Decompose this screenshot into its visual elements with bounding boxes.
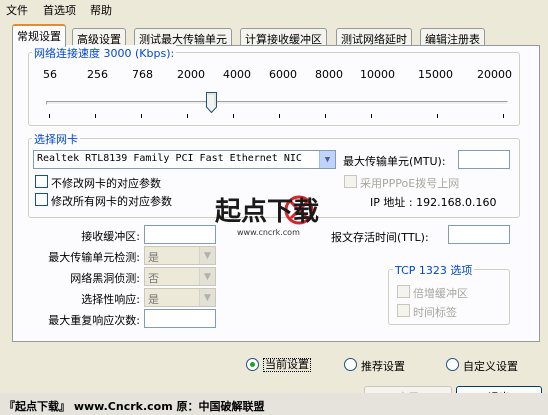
tick-label: 8000 <box>315 68 343 81</box>
no-modify-label: 不修改网卡的对应参数 <box>51 177 161 190</box>
mode-custom-radio[interactable] <box>446 358 459 371</box>
menu-file[interactable]: 文件 <box>2 1 32 19</box>
mtu-input[interactable] <box>458 150 510 169</box>
mtu-detect-value: 是 <box>148 251 159 264</box>
retrans-input[interactable] <box>144 309 216 328</box>
blackhole-select[interactable]: 否 ▼ <box>144 267 216 286</box>
blackhole-value: 否 <box>148 272 159 285</box>
speed-slider-thumb[interactable] <box>206 92 217 113</box>
chevron-down-icon[interactable]: ▼ <box>319 151 335 168</box>
logo-url: www.cncrk.com <box>237 228 300 237</box>
tab-strip: 常规设置 高级设置 测试最大传输单元 计算接收缓冲区 测试网络延时 编辑注册表 <box>12 24 542 47</box>
timestamp-label: 时间标签 <box>413 306 457 319</box>
no-modify-checkbox[interactable] <box>35 175 48 188</box>
mode-custom-label: 自定义设置 <box>463 360 518 373</box>
tick-label: 10000 <box>360 68 395 81</box>
tick-label: 256 <box>87 68 108 81</box>
tab-advanced[interactable]: 高级设置 <box>72 28 126 46</box>
tcp1323-title: TCP 1323 选项 <box>393 262 475 278</box>
chevron-down-icon[interactable]: ▼ <box>199 289 215 306</box>
chevron-down-icon[interactable]: ▼ <box>199 268 215 285</box>
slider-tick <box>325 114 326 118</box>
slider-tick <box>187 114 188 118</box>
site-banner: 『起点下载』 www.Cncrk.com 原：中国破解联盟 <box>0 393 548 415</box>
modify-all-checkbox[interactable] <box>35 193 48 206</box>
tick-label: 20000 <box>477 68 512 81</box>
window-scale-label: 倍增缓冲区 <box>413 287 468 300</box>
chevron-down-icon[interactable]: ▼ <box>199 247 215 264</box>
mtu-label: 最大传输单元(MTU): <box>343 155 446 168</box>
tab-general[interactable]: 常规设置 <box>12 24 66 47</box>
menu-preferences[interactable]: 首选项 <box>39 1 80 19</box>
tick-label: 2000 <box>177 68 205 81</box>
mtu-detect-select[interactable]: 是 ▼ <box>144 246 216 265</box>
timestamp-checkbox[interactable] <box>397 304 410 317</box>
slider-tick <box>279 114 280 118</box>
speed-group <box>28 52 520 126</box>
mtu-detect-label: 最大传输单元检测: <box>48 251 140 264</box>
slider-tick <box>233 114 234 118</box>
menu-help[interactable]: 帮助 <box>86 1 116 19</box>
mode-current-label: 当前设置 <box>263 358 311 372</box>
ttl-input[interactable] <box>448 225 510 244</box>
tick-label: 15000 <box>418 68 453 81</box>
nic-title: 选择网卡 <box>32 131 80 147</box>
slider-tick <box>371 114 372 118</box>
slider-tick <box>95 114 96 118</box>
retrans-label: 最大重复响应次数: <box>48 314 140 327</box>
mode-current-radio[interactable] <box>246 358 259 371</box>
mode-recommended-label: 推荐设置 <box>361 360 405 373</box>
ttl-label: 报文存活时间(TTL): <box>331 231 429 244</box>
window-scale-checkbox[interactable] <box>397 285 410 298</box>
tick-label: 56 <box>43 68 57 81</box>
blackhole-label: 网络黑洞侦测: <box>70 272 140 285</box>
tab-registry[interactable]: 编辑注册表 <box>420 28 485 46</box>
nic-select[interactable]: Realtek RTL8139 Family PCI Fast Ethernet… <box>33 150 336 169</box>
sack-label: 选择性响应: <box>81 293 140 306</box>
tab-calc-rwin[interactable]: 计算接收缓冲区 <box>240 28 327 46</box>
sack-value: 是 <box>148 293 159 306</box>
tick-label: 6000 <box>269 68 297 81</box>
sack-select[interactable]: 是 ▼ <box>144 288 216 307</box>
tick-label: 768 <box>132 68 153 81</box>
nic-select-value: Realtek RTL8139 Family PCI Fast Ethernet… <box>37 153 302 164</box>
speed-slider-track[interactable] <box>46 101 508 105</box>
slider-tick <box>141 114 142 118</box>
slider-tick <box>503 114 504 118</box>
logo-brand: 起点下载 <box>215 196 319 227</box>
rwin-label: 接收缓冲区: <box>81 230 140 243</box>
mode-recommended-radio[interactable] <box>344 358 357 371</box>
pppoe-checkbox[interactable] <box>344 175 357 188</box>
slider-tick <box>49 114 50 118</box>
tab-test-latency[interactable]: 测试网络延时 <box>336 28 412 46</box>
tab-test-mtu[interactable]: 测试最大传输单元 <box>134 28 232 46</box>
pppoe-label: 采用PPPoE拨号上网 <box>360 177 460 190</box>
menu-bar: 文件 首选项 帮助 <box>0 0 548 18</box>
modify-all-label: 修改所有网卡的对应参数 <box>51 195 172 208</box>
rwin-input[interactable] <box>144 225 216 244</box>
ip-address: IP 地址 : 192.168.0.160 <box>370 196 497 209</box>
speed-title: 网络连接速度 3000 (Kbps): <box>32 45 177 61</box>
tick-label: 4000 <box>223 68 251 81</box>
slider-tick <box>437 114 438 118</box>
